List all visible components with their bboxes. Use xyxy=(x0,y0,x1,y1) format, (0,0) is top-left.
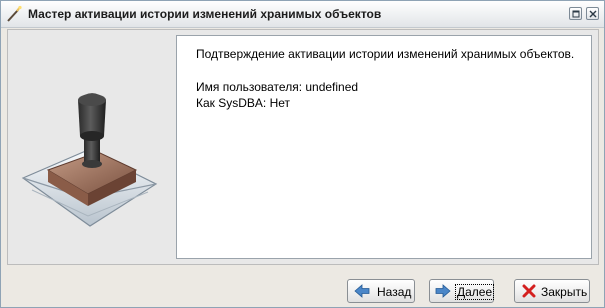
maximize-button[interactable] xyxy=(569,7,582,20)
confirmation-text: Подтверждение активации истории изменени… xyxy=(196,47,575,61)
rubber-stamp-envelope-icon xyxy=(21,93,158,227)
wizard-window: Мастер активации истории изменений храни… xyxy=(0,0,605,308)
close-button[interactable]: Закрыть xyxy=(514,279,590,303)
next-button[interactable]: Далее xyxy=(429,279,495,303)
close-icon xyxy=(589,10,597,18)
close-button-label: Закрыть xyxy=(541,285,588,299)
username-text: Имя пользователя: undefined xyxy=(196,80,359,94)
window-title: Мастер активации истории изменений храни… xyxy=(28,7,382,21)
title-bar: Мастер активации истории изменений храни… xyxy=(1,1,604,28)
wizard-body: Подтверждение активации истории изменени… xyxy=(7,29,599,265)
arrow-right-icon xyxy=(435,284,451,298)
close-window-button[interactable] xyxy=(586,7,599,20)
red-x-icon xyxy=(522,284,536,298)
next-button-label: Далее xyxy=(455,284,495,300)
arrow-left-icon xyxy=(354,284,370,298)
maximize-icon xyxy=(572,10,580,18)
wizard-wand-icon xyxy=(7,5,22,22)
back-button[interactable]: Назад xyxy=(347,279,415,303)
message-panel: Подтверждение активации истории изменени… xyxy=(176,35,592,259)
sysdba-text: Как SysDBA: Нет xyxy=(196,96,291,110)
back-button-label: Назад xyxy=(377,285,412,299)
